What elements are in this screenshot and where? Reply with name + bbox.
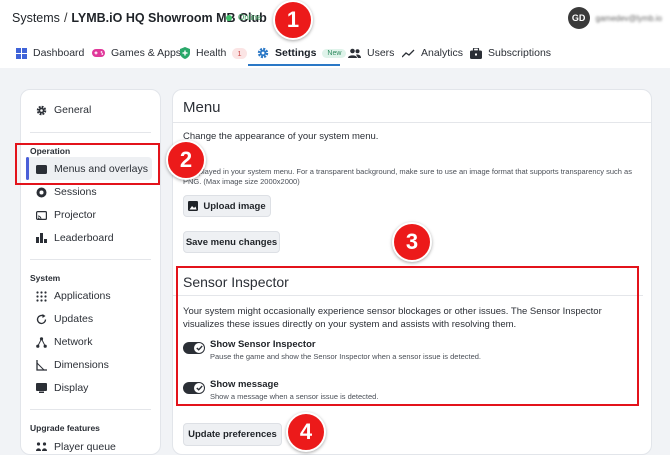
tab-label: Health <box>196 47 227 59</box>
sidebar-item-label: Display <box>54 382 89 394</box>
annotation-marker-4: 4 <box>286 412 326 452</box>
update-preferences-button[interactable]: Update preferences <box>183 423 282 446</box>
sidebar-divider <box>30 259 151 260</box>
display-icon <box>36 383 47 393</box>
sidebar-item-label: General <box>54 104 92 116</box>
tab-games-apps[interactable]: Games & Apps <box>92 40 181 66</box>
tab-subscriptions[interactable]: Subscriptions <box>470 40 551 66</box>
cast-icon <box>36 210 47 220</box>
refresh-icon <box>36 313 47 324</box>
title-divider <box>173 122 651 123</box>
tab-label: Settings <box>275 47 317 59</box>
new-badge: New <box>322 48 347 58</box>
tab-settings[interactable]: Settings New <box>257 40 347 66</box>
sidebar-item-label: Network <box>54 336 93 348</box>
sidebar-item-label: Player queue <box>54 441 116 453</box>
sidebar-item-label: Sessions <box>54 186 97 198</box>
sidebar-item-label: Applications <box>54 290 111 302</box>
button-label: Update preferences <box>188 429 277 440</box>
tab-label: Analytics <box>421 47 464 59</box>
health-count-badge: 1 <box>232 47 247 59</box>
avatar[interactable]: GD <box>567 7 590 29</box>
tab-label: Subscriptions <box>488 47 552 59</box>
active-tab-indicator <box>248 64 340 66</box>
sidebar-item-label: Updates <box>54 313 94 325</box>
sidebar-item-label: Projector <box>54 209 97 221</box>
sidebar-item-leaderboard[interactable]: Leaderboard <box>36 232 114 244</box>
annotation-box-sensor-inspector <box>176 266 639 406</box>
sidebar-item-display[interactable]: Display <box>36 382 88 394</box>
sidebar-heading-upgrade: Upgrade features <box>30 423 100 433</box>
sidebar-item-general[interactable]: General <box>36 104 91 116</box>
tab-label: Users <box>367 47 395 59</box>
tab-users[interactable]: Users <box>348 40 394 66</box>
sidebar-item-dimensions[interactable]: Dimensions <box>36 359 109 371</box>
sidebar-item-player-queue[interactable]: Player queue <box>36 441 116 453</box>
tab-label: Dashboard <box>33 47 85 59</box>
dashboard-icon <box>16 47 27 59</box>
sidebar-item-sessions[interactable]: Sessions <box>36 186 97 198</box>
ruler-angle-icon <box>36 359 47 371</box>
annotation-marker-2: 2 <box>166 140 206 180</box>
online-dot-icon <box>226 14 232 21</box>
main-nav: Dashboard Games & Apps Health 1 Settings… <box>0 40 670 66</box>
gear-icon <box>36 105 47 115</box>
sidebar-divider <box>30 409 151 410</box>
sidebar-item-applications[interactable]: Applications <box>36 290 111 302</box>
sidebar-item-network[interactable]: Network <box>36 336 93 348</box>
image-icon <box>188 201 199 211</box>
tab-health[interactable]: Health 1 <box>180 40 247 66</box>
annotation-marker-3: 3 <box>392 222 432 262</box>
tab-label: Games & Apps <box>111 47 182 59</box>
page-title: Menu <box>183 99 221 116</box>
breadcrumb-separator: / <box>63 11 68 25</box>
save-menu-changes-button[interactable]: Save menu changes <box>183 231 280 253</box>
button-label: Upload image <box>203 200 266 212</box>
briefcase-icon <box>470 47 482 59</box>
upload-image-button[interactable]: Upload image <box>183 195 271 217</box>
tab-dashboard[interactable]: Dashboard <box>16 40 84 66</box>
annotation-marker-1: 1 <box>273 0 313 40</box>
breadcrumb-systems-link[interactable]: Systems <box>12 11 60 25</box>
annotation-box-menus <box>15 143 160 185</box>
status-badge: Online <box>226 13 261 22</box>
sidebar-heading-system: System <box>30 273 61 283</box>
bar-chart-icon <box>36 233 47 243</box>
sidebar-item-label: Leaderboard <box>54 232 114 244</box>
menu-description: Change the appearance of your system men… <box>183 131 379 142</box>
user-email: gamedev@lymb.io <box>595 13 662 23</box>
image-help-text: ...displayed in your system menu. For a … <box>183 167 632 186</box>
user-menu[interactable]: GD gamedev@lymb.io <box>567 7 662 29</box>
sidebar-item-label: Dimensions <box>54 359 109 371</box>
button-label: Save menu changes <box>185 236 278 248</box>
network-icon <box>36 336 47 348</box>
gear-icon <box>257 47 269 59</box>
tab-analytics[interactable]: Analytics <box>402 40 463 66</box>
apps-grid-icon <box>36 290 47 302</box>
sessions-icon <box>36 187 47 197</box>
queue-icon <box>36 442 47 451</box>
trend-line-icon <box>402 49 415 57</box>
top-bar: Systems / LYMB.iO HQ Showroom MB Club Onli… <box>0 0 670 40</box>
shield-plus-icon <box>180 47 190 59</box>
sidebar-item-projector[interactable]: Projector <box>36 209 96 221</box>
sidebar-item-updates[interactable]: Updates <box>36 313 93 325</box>
users-icon <box>348 48 361 58</box>
sidebar-divider <box>30 132 151 133</box>
gamepad-icon <box>92 49 105 57</box>
status-text: Online <box>238 13 262 22</box>
